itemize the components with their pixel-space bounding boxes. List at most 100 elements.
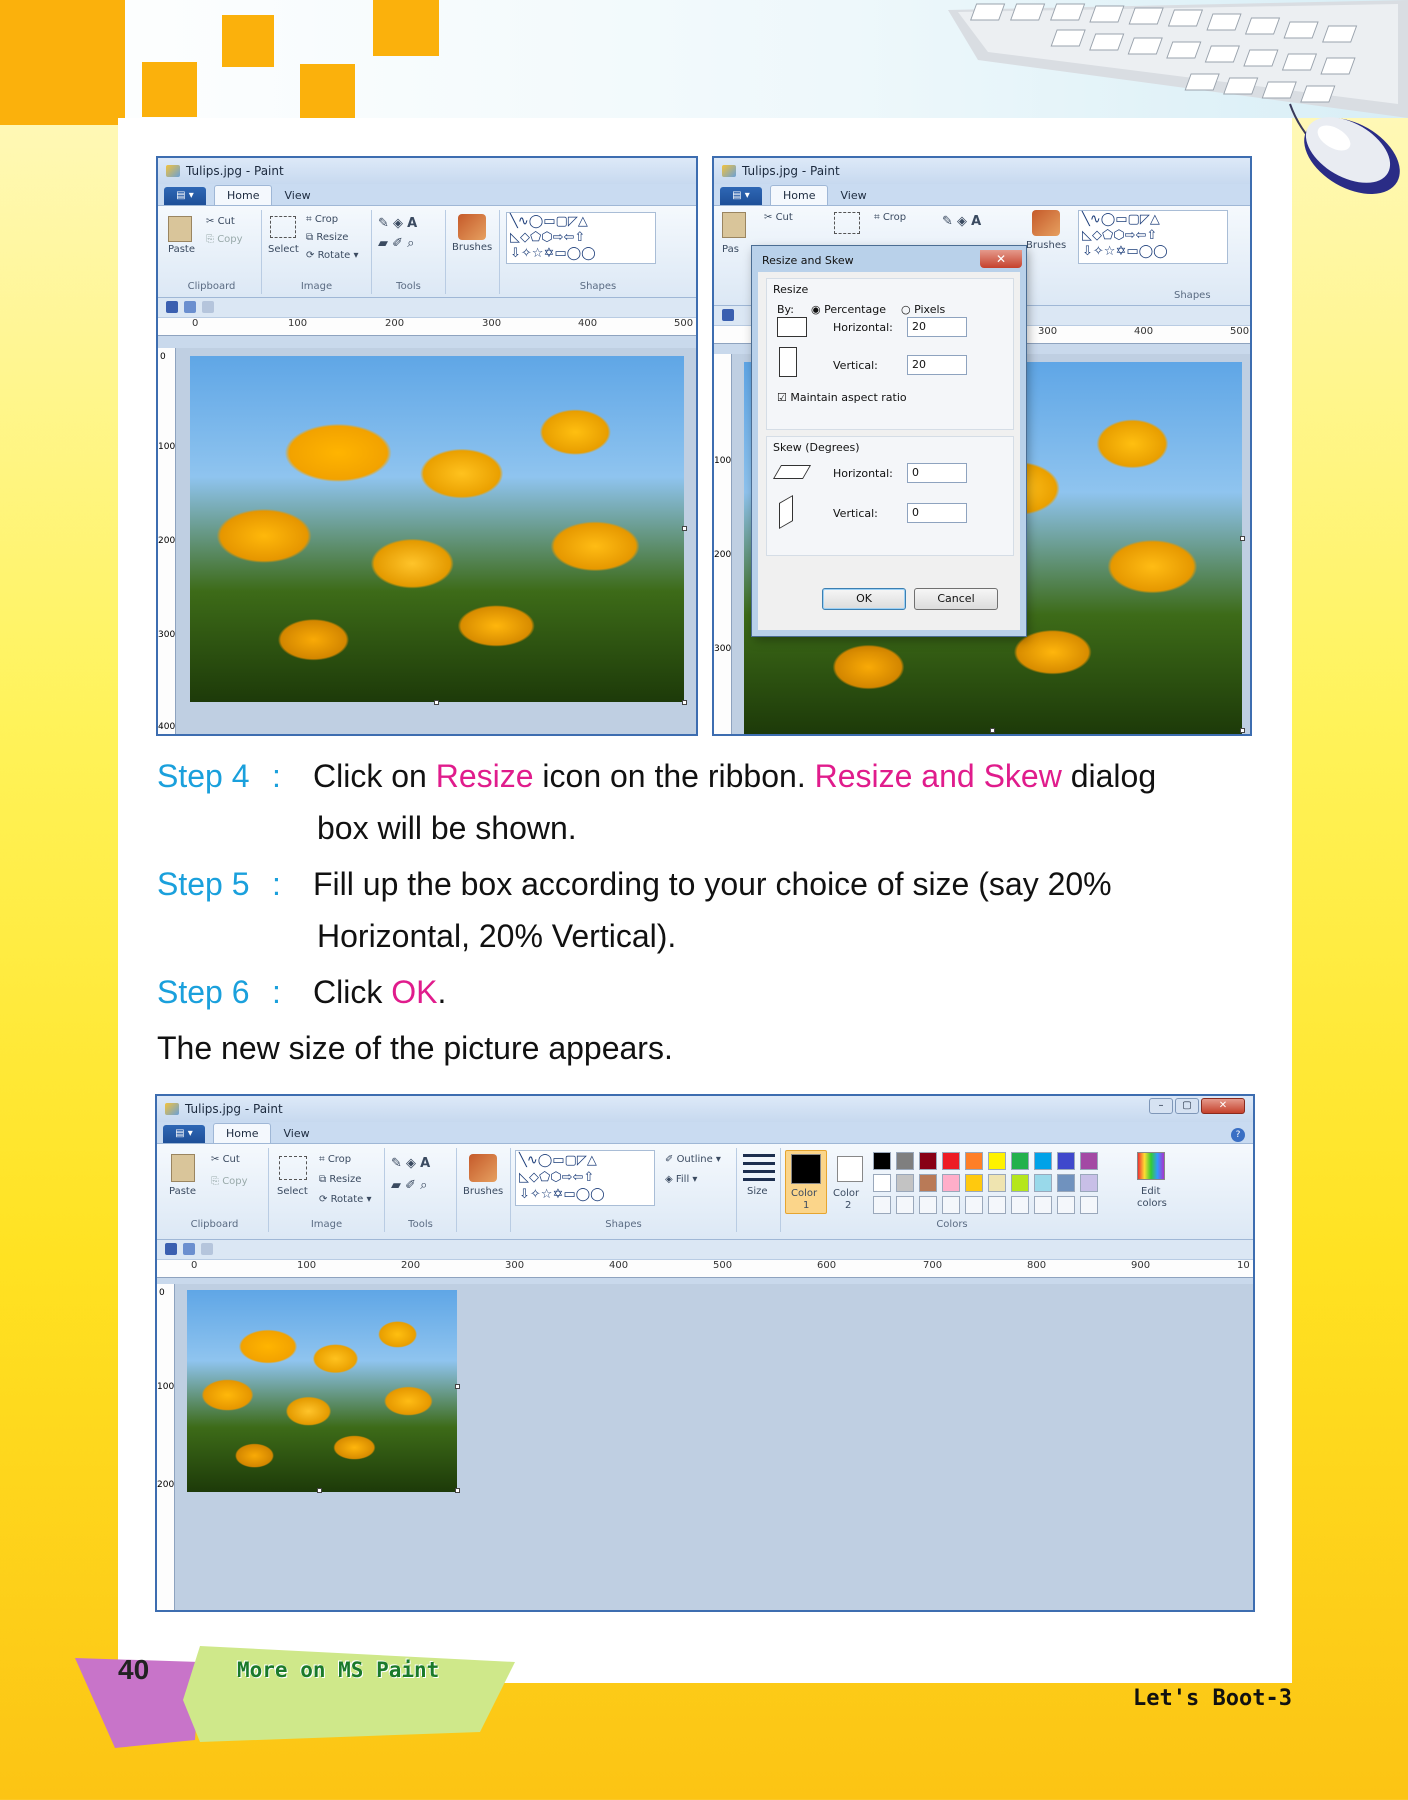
palette-swatch-empty[interactable] bbox=[965, 1196, 983, 1214]
tool-icons[interactable]: ✎ ◈ A bbox=[378, 216, 417, 231]
palette-swatch[interactable] bbox=[1034, 1152, 1052, 1170]
tab-home[interactable]: Home bbox=[214, 185, 273, 205]
palette-swatch[interactable] bbox=[896, 1174, 914, 1192]
tool-icons-row2[interactable]: ▰ ✐ ⌕ bbox=[391, 1178, 427, 1193]
select-icon[interactable] bbox=[279, 1156, 307, 1180]
resize-button[interactable]: ⧉ Resize bbox=[319, 1174, 361, 1185]
palette-swatch[interactable] bbox=[1034, 1174, 1052, 1192]
paste-button[interactable]: Paste bbox=[169, 1186, 196, 1197]
resize-handle[interactable] bbox=[990, 728, 995, 733]
tab-home[interactable]: Home bbox=[770, 185, 829, 205]
palette-swatch-empty[interactable] bbox=[942, 1196, 960, 1214]
palette-swatch[interactable] bbox=[1011, 1152, 1029, 1170]
skew-horizontal-input[interactable]: 0 bbox=[907, 463, 967, 483]
palette-swatch[interactable] bbox=[1057, 1174, 1075, 1192]
brushes-button[interactable]: Brushes bbox=[452, 242, 492, 253]
save-icon[interactable] bbox=[722, 309, 734, 321]
tab-view[interactable]: View bbox=[271, 1124, 321, 1143]
palette-swatch-empty[interactable] bbox=[988, 1196, 1006, 1214]
size-button[interactable]: Size bbox=[747, 1186, 768, 1197]
cut-button[interactable]: ✂ Cut bbox=[211, 1154, 240, 1165]
minimize-button[interactable]: – bbox=[1149, 1098, 1173, 1114]
palette-swatch-empty[interactable] bbox=[919, 1196, 937, 1214]
ok-button[interactable]: OK bbox=[822, 588, 906, 610]
palette-swatch-empty[interactable] bbox=[1057, 1196, 1075, 1214]
tab-home[interactable]: Home bbox=[213, 1123, 272, 1143]
size-icon[interactable] bbox=[743, 1154, 775, 1182]
close-button[interactable]: ✕ bbox=[1201, 1098, 1245, 1114]
palette-swatch[interactable] bbox=[873, 1152, 891, 1170]
dialog-close-button[interactable]: ✕ bbox=[980, 250, 1022, 268]
cut-button[interactable]: ✂ Cut bbox=[764, 212, 793, 223]
crop-button[interactable]: ⌗ Crop bbox=[319, 1154, 351, 1165]
outline-button[interactable]: ✐ Outline ▾ bbox=[665, 1154, 721, 1165]
edit-colors-icon[interactable] bbox=[1137, 1152, 1165, 1180]
palette-swatch-empty[interactable] bbox=[1034, 1196, 1052, 1214]
paste-button[interactable]: Paste bbox=[168, 244, 195, 255]
tool-icons-row2[interactable]: ▰ ✐ ⌕ bbox=[378, 236, 414, 251]
palette-swatch[interactable] bbox=[873, 1174, 891, 1192]
palette-swatch[interactable] bbox=[988, 1174, 1006, 1192]
drawing-canvas[interactable] bbox=[175, 1284, 1253, 1610]
resize-handle[interactable] bbox=[434, 700, 439, 705]
resize-handle[interactable] bbox=[317, 1488, 322, 1493]
save-icon[interactable] bbox=[165, 1243, 177, 1255]
resize-handle[interactable] bbox=[682, 526, 687, 531]
resize-handle[interactable] bbox=[455, 1384, 460, 1389]
tab-view[interactable]: View bbox=[828, 186, 878, 205]
palette-swatch-empty[interactable] bbox=[1011, 1196, 1029, 1214]
save-icon[interactable] bbox=[166, 301, 178, 313]
select-button[interactable]: Select bbox=[277, 1186, 308, 1197]
shapes-gallery[interactable]: ╲∿◯▭▢◸△ ◺◇⬠⬡⇨⇦⇧ ⇩✧☆✡▭◯◯ bbox=[515, 1150, 655, 1206]
palette-swatch-empty[interactable] bbox=[873, 1196, 891, 1214]
cancel-button[interactable]: Cancel bbox=[914, 588, 998, 610]
brushes-button[interactable]: Brushes bbox=[463, 1186, 503, 1197]
tab-view[interactable]: View bbox=[272, 186, 322, 205]
palette-swatch[interactable] bbox=[919, 1174, 937, 1192]
skew-vertical-input[interactable]: 0 bbox=[907, 503, 967, 523]
redo-icon[interactable] bbox=[201, 1243, 213, 1255]
help-icon[interactable]: ? bbox=[1231, 1128, 1245, 1142]
palette-swatch[interactable] bbox=[1011, 1174, 1029, 1192]
percentage-radio[interactable]: ◉ Percentage bbox=[811, 303, 886, 316]
shapes-gallery[interactable]: ╲∿◯▭▢◸△ ◺◇⬠⬡⇨⇦⇧ ⇩✧☆✡▭◯◯ bbox=[1078, 210, 1228, 264]
brushes-icon[interactable] bbox=[1032, 210, 1060, 236]
palette-swatch-empty[interactable] bbox=[1080, 1196, 1098, 1214]
paste-icon[interactable] bbox=[722, 212, 746, 238]
resize-button[interactable]: ⧉ Resize bbox=[306, 232, 348, 243]
palette-swatch[interactable] bbox=[965, 1152, 983, 1170]
palette-swatch[interactable] bbox=[919, 1152, 937, 1170]
tool-icons[interactable]: ✎ ◈ A bbox=[391, 1156, 430, 1171]
select-icon[interactable] bbox=[270, 216, 296, 238]
undo-icon[interactable] bbox=[183, 1243, 195, 1255]
resize-handle[interactable] bbox=[1240, 536, 1245, 541]
palette-swatch[interactable] bbox=[1080, 1174, 1098, 1192]
paste-icon[interactable] bbox=[171, 1154, 195, 1182]
palette-swatch[interactable] bbox=[896, 1152, 914, 1170]
paint-menu-button[interactable]: ▤ ▾ bbox=[163, 1125, 205, 1143]
pixels-radio[interactable]: ○ Pixels bbox=[901, 303, 945, 316]
maximize-button[interactable]: ▢ bbox=[1175, 1098, 1199, 1114]
rotate-button[interactable]: ⟳ Rotate ▾ bbox=[319, 1194, 372, 1205]
crop-button[interactable]: ⌗ Crop bbox=[306, 214, 338, 225]
resize-handle[interactable] bbox=[1240, 728, 1245, 733]
drawing-canvas[interactable] bbox=[176, 348, 696, 734]
palette-swatch[interactable] bbox=[1080, 1152, 1098, 1170]
paint-menu-button[interactable]: ▤ ▾ bbox=[720, 187, 762, 205]
brushes-icon[interactable] bbox=[469, 1154, 497, 1182]
crop-button[interactable]: ⌗ Crop bbox=[874, 212, 906, 223]
copy-button[interactable]: ⎘ Copy bbox=[206, 234, 243, 245]
edit-colors-label2[interactable]: colors bbox=[1137, 1198, 1167, 1209]
palette-swatch-empty[interactable] bbox=[896, 1196, 914, 1214]
palette-swatch[interactable] bbox=[942, 1174, 960, 1192]
color2-swatch[interactable] bbox=[837, 1156, 863, 1182]
select-button[interactable]: Select bbox=[268, 244, 299, 255]
palette-swatch[interactable] bbox=[1057, 1152, 1075, 1170]
palette-swatch[interactable] bbox=[942, 1152, 960, 1170]
palette-swatch[interactable] bbox=[965, 1174, 983, 1192]
resize-handle[interactable] bbox=[682, 700, 687, 705]
redo-icon[interactable] bbox=[202, 301, 214, 313]
edit-colors-label[interactable]: Edit bbox=[1141, 1186, 1160, 1197]
brushes-button[interactable]: Brushes bbox=[1026, 240, 1066, 251]
resize-horizontal-input[interactable]: 20 bbox=[907, 317, 967, 337]
